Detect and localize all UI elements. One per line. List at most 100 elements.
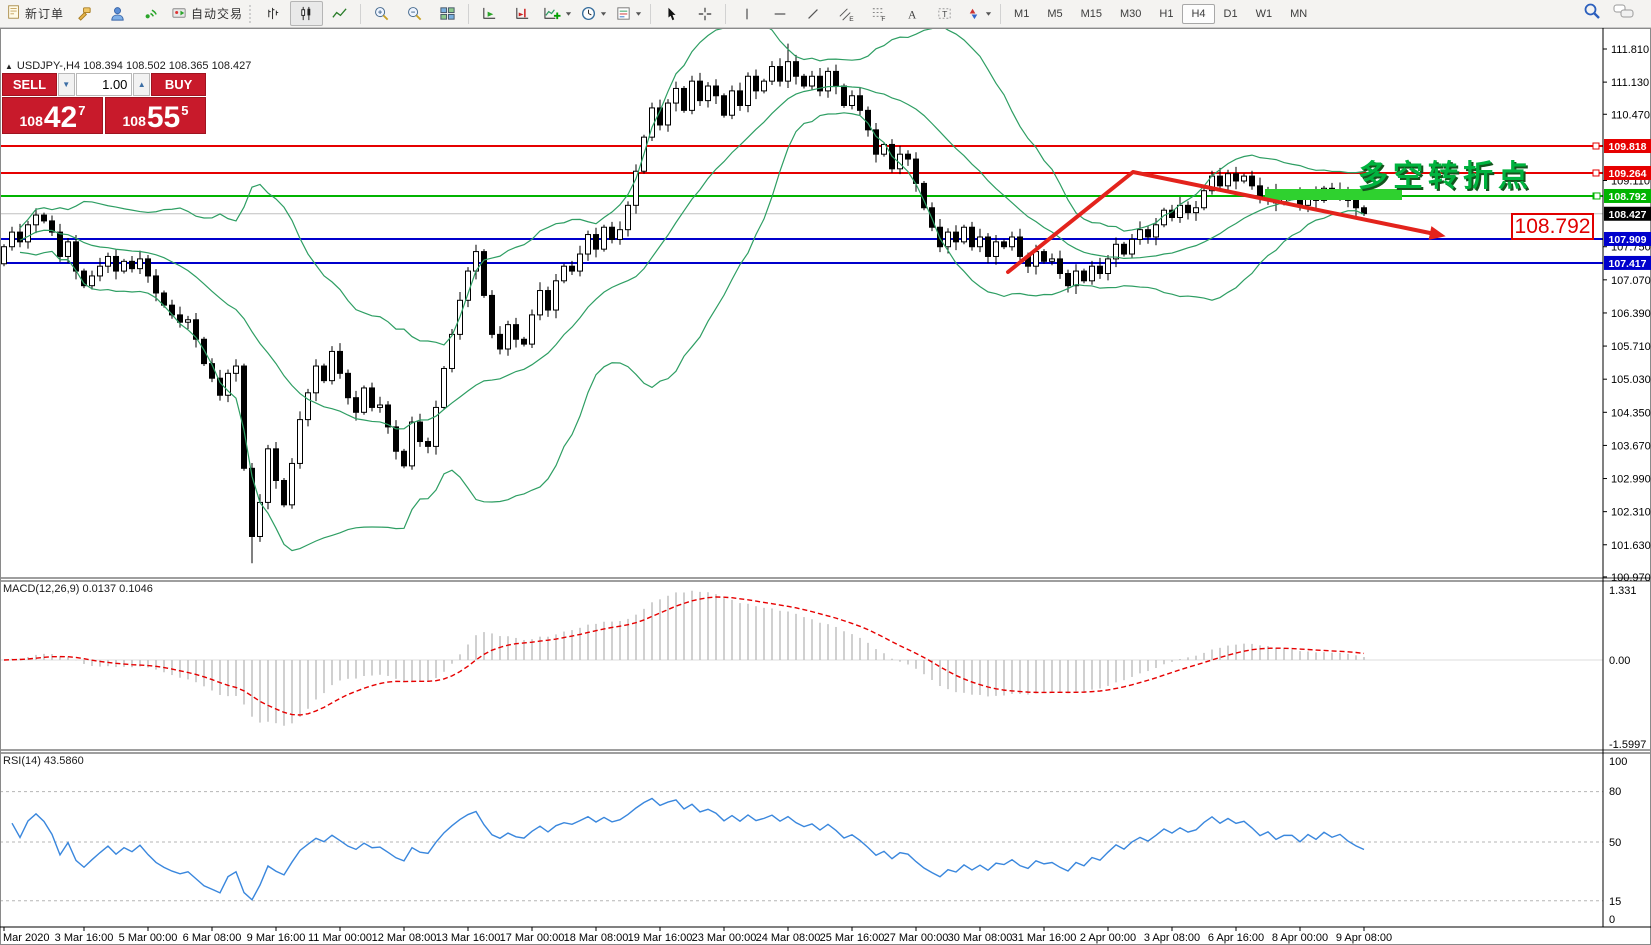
hammer-icon: [76, 5, 93, 22]
community-button[interactable]: [101, 1, 134, 26]
zoom-in-icon: [373, 5, 390, 22]
sell-button[interactable]: SELL: [2, 73, 57, 96]
templates-button[interactable]: [611, 1, 646, 26]
timeframe-h4[interactable]: H4: [1182, 4, 1214, 24]
toolbar-separator: [1000, 4, 1001, 24]
arrows-button[interactable]: [961, 1, 996, 26]
fibonacci-button[interactable]: F: [862, 1, 895, 26]
timeframe-m30[interactable]: M30: [1111, 4, 1150, 24]
bar-chart-icon: [265, 5, 282, 22]
signal-button[interactable]: [134, 1, 167, 26]
svg-text:T: T: [942, 9, 947, 19]
volume-increase-button[interactable]: ▲: [133, 73, 150, 96]
toolbar-separator: [650, 4, 651, 24]
chat-icon: [1613, 2, 1635, 20]
auto-scroll-button[interactable]: [473, 1, 506, 26]
search-button[interactable]: [1583, 2, 1601, 25]
chevron-down-icon: [635, 10, 642, 17]
svg-text:100: 100: [1609, 756, 1627, 768]
svg-text:30 Mar 08:00: 30 Mar 08:00: [948, 932, 1013, 944]
crosshair-icon: [697, 6, 713, 22]
auto-trading-button[interactable]: 自动交易: [167, 1, 247, 26]
turning-point-annotation: 多空转折点: [1358, 151, 1533, 195]
buy-button[interactable]: BUY: [151, 73, 206, 96]
svg-text:102.990: 102.990: [1611, 474, 1651, 486]
periods-button[interactable]: [576, 1, 611, 26]
timeframe-d1[interactable]: D1: [1215, 4, 1247, 24]
svg-text:Mar 2020: Mar 2020: [3, 932, 49, 944]
timeframe-m5[interactable]: M5: [1038, 4, 1071, 24]
collapse-triangle-icon[interactable]: ▲: [5, 62, 13, 71]
svg-text:100.970: 100.970: [1611, 572, 1651, 584]
rsi-title: RSI(14) 43.5860: [3, 755, 84, 767]
svg-text:6 Mar 08:00: 6 Mar 08:00: [183, 932, 242, 944]
zoom-in-button[interactable]: [365, 1, 398, 26]
timeframe-w1[interactable]: W1: [1247, 4, 1282, 24]
text-label-button[interactable]: T: [928, 1, 961, 26]
sell-price-point: 7: [78, 104, 85, 117]
search-icon: [1583, 2, 1601, 20]
svg-text:8 Apr 00:00: 8 Apr 00:00: [1272, 932, 1328, 944]
chart-shift-button[interactable]: [506, 1, 539, 26]
svg-text:12 Mar 08:00: 12 Mar 08:00: [372, 932, 437, 944]
bar-chart-button[interactable]: [257, 1, 290, 26]
trendline-button[interactable]: [796, 1, 829, 26]
vertical-line-icon: [739, 6, 755, 22]
cursor-button[interactable]: [655, 1, 688, 26]
buy-price-figure: 108: [123, 114, 146, 128]
equidistant-channel-button[interactable]: E: [829, 1, 862, 26]
svg-text:102.310: 102.310: [1611, 507, 1651, 519]
buy-price-point: 5: [181, 104, 188, 117]
indicators-button[interactable]: [539, 1, 576, 26]
svg-text:107.417: 107.417: [1609, 258, 1647, 270]
timeframe-m15[interactable]: M15: [1072, 4, 1111, 24]
chevron-down-icon: [985, 10, 992, 17]
svg-text:108.792: 108.792: [1609, 191, 1647, 203]
shapes-icon: [965, 5, 982, 22]
svg-text:A: A: [908, 9, 917, 21]
tile-windows-button[interactable]: [431, 1, 464, 26]
chat-button[interactable]: [1613, 2, 1635, 25]
svg-text:31 Mar 16:00: 31 Mar 16:00: [1012, 932, 1077, 944]
fibonacci-icon: F: [870, 5, 887, 22]
horizontal-line-button[interactable]: [763, 1, 796, 26]
svg-text:0.00: 0.00: [1609, 655, 1630, 667]
zoom-out-button[interactable]: [398, 1, 431, 26]
sell-price-display[interactable]: 108 42 7: [2, 97, 103, 134]
svg-text:-1.5997: -1.5997: [1609, 739, 1646, 751]
svg-text:109.818: 109.818: [1609, 141, 1647, 153]
chevron-down-icon: [600, 10, 607, 17]
auto-scroll-icon: [481, 5, 498, 22]
svg-text:105.030: 105.030: [1611, 374, 1651, 386]
volume-decrease-button[interactable]: ▼: [58, 73, 75, 96]
broadcast-icon: [142, 5, 159, 22]
template-icon: [615, 5, 632, 22]
indicators-icon: [543, 5, 562, 22]
clock-icon: [580, 5, 597, 22]
new-order-button[interactable]: 新订单: [2, 1, 68, 26]
toolbar-separator: [725, 4, 726, 24]
timeframe-h1[interactable]: H1: [1150, 4, 1182, 24]
buy-price-display[interactable]: 108 55 5: [105, 97, 206, 134]
timeframe-m1[interactable]: M1: [1005, 4, 1038, 24]
svg-text:17 Mar 00:00: 17 Mar 00:00: [500, 932, 565, 944]
svg-text:107.909: 107.909: [1609, 234, 1647, 246]
trendline-icon: [805, 6, 821, 22]
text-button[interactable]: A: [895, 1, 928, 26]
robot-icon: [171, 4, 188, 24]
line-chart-button[interactable]: [323, 1, 356, 26]
svg-text:23 Mar 00:00: 23 Mar 00:00: [692, 932, 757, 944]
line-chart-icon: [331, 5, 348, 22]
candlestick-chart-button[interactable]: [290, 1, 323, 26]
gold-tool-button[interactable]: [68, 1, 101, 26]
svg-text:110.470: 110.470: [1611, 109, 1650, 121]
svg-text:5 Mar 00:00: 5 Mar 00:00: [119, 932, 178, 944]
timeframe-mn[interactable]: MN: [1281, 4, 1316, 24]
one-click-trading-panel: SELL ▼ ▲ BUY 108 42 7 108 55 5: [2, 73, 206, 134]
svg-text:3 Apr 08:00: 3 Apr 08:00: [1144, 932, 1200, 944]
volume-input[interactable]: [77, 74, 132, 95]
candlestick-icon: [298, 5, 315, 22]
crosshair-button[interactable]: [688, 1, 721, 26]
vertical-line-button[interactable]: [730, 1, 763, 26]
macd-title: MACD(12,26,9) 0.0137 0.1046: [3, 583, 153, 595]
